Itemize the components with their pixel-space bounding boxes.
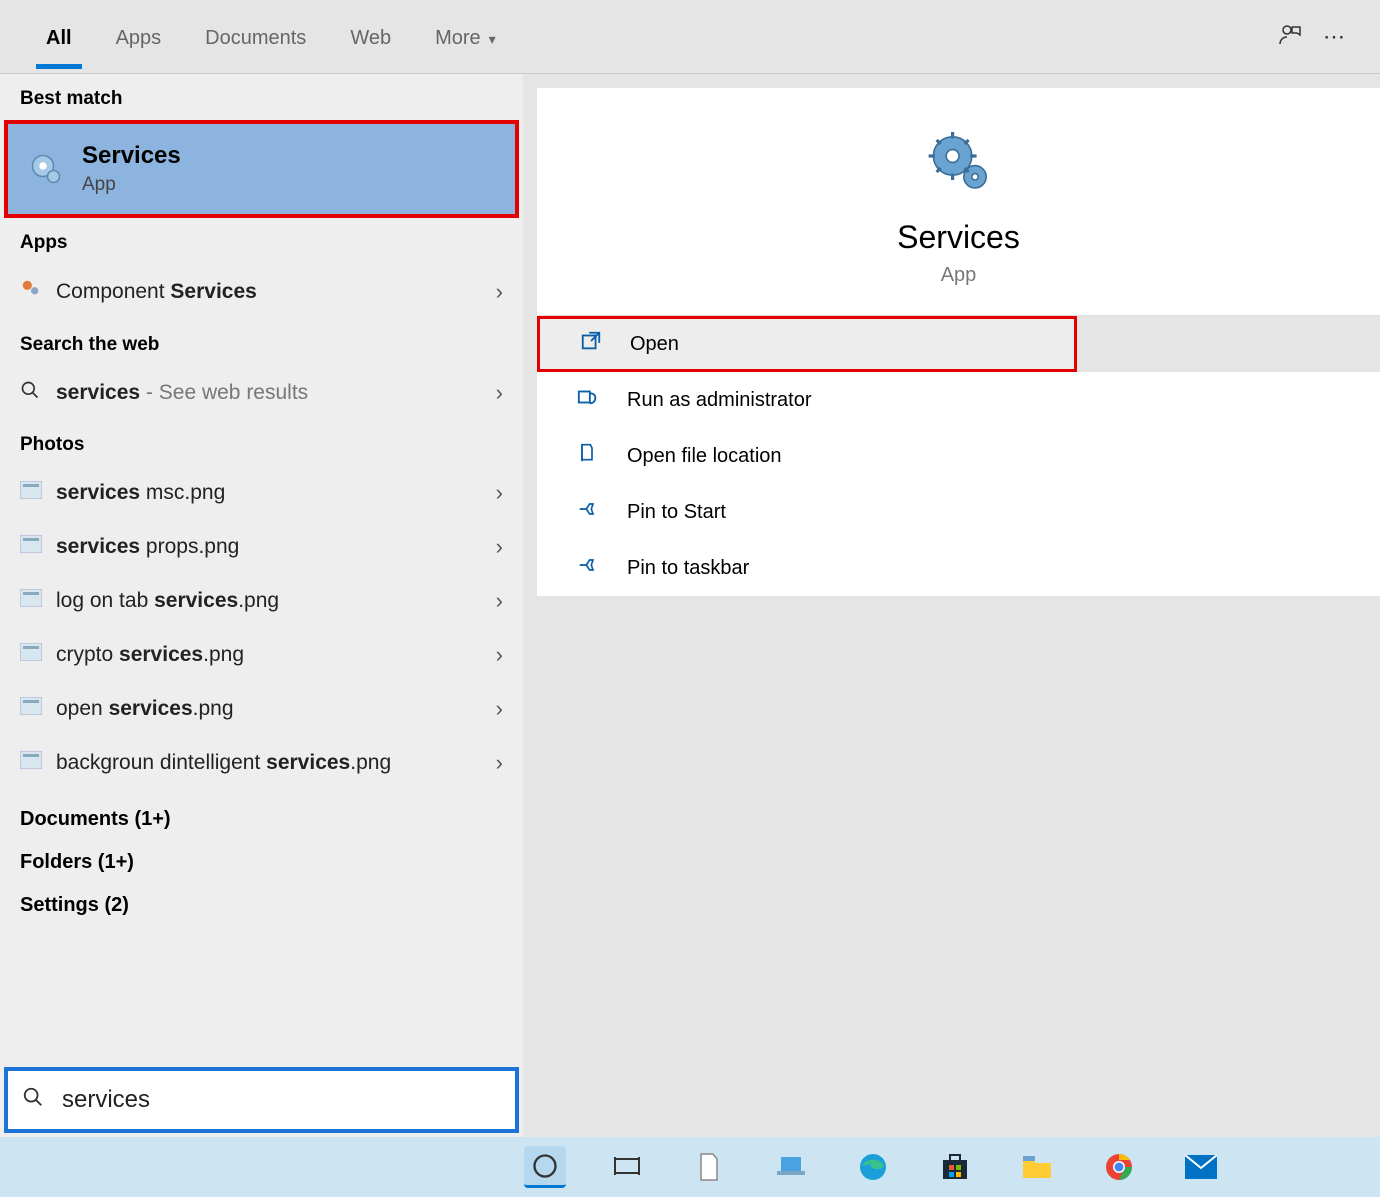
taskbar: [0, 1137, 1380, 1197]
search-icon: [22, 1086, 44, 1114]
tab-web[interactable]: Web: [328, 5, 413, 68]
filter-tabbar: All Apps Documents Web More▾ ⋯: [0, 0, 1380, 74]
best-match-subtitle: App: [82, 174, 181, 196]
shield-icon: [577, 386, 627, 414]
detail-title: Services: [537, 219, 1380, 256]
result-photo-2[interactable]: log on tab services.png ›: [0, 574, 523, 628]
chevron-right-icon: ›: [496, 534, 503, 560]
app-icon: [20, 278, 56, 306]
action-pin-to-start[interactable]: Pin to Start: [537, 484, 1380, 540]
section-search-web: Search the web: [0, 320, 523, 366]
folder-icon: [577, 442, 627, 470]
result-app-component-services[interactable]: Component Services ›: [0, 264, 523, 320]
gear-icon: [537, 124, 1380, 209]
result-photo-0[interactable]: services msc.png ›: [0, 466, 523, 520]
search-input[interactable]: [62, 1086, 501, 1114]
chevron-right-icon: ›: [496, 480, 503, 506]
tab-apps[interactable]: Apps: [94, 5, 184, 68]
section-best-match: Best match: [0, 74, 523, 120]
taskbar-app-store-icon[interactable]: [934, 1146, 976, 1188]
action-pin-to-taskbar[interactable]: Pin to taskbar: [537, 540, 1380, 596]
result-photo-1[interactable]: services props.png ›: [0, 520, 523, 574]
image-file-icon: [20, 751, 56, 775]
section-apps: Apps: [0, 218, 523, 264]
section-photos: Photos: [0, 420, 523, 466]
search-box[interactable]: [4, 1067, 519, 1133]
pin-icon: [577, 499, 627, 525]
tab-documents[interactable]: Documents: [183, 5, 328, 68]
action-open-file-location[interactable]: Open file location: [537, 428, 1380, 484]
taskbar-app-laptop-icon[interactable]: [770, 1146, 812, 1188]
image-file-icon: [20, 589, 56, 613]
action-open[interactable]: Open: [537, 316, 1077, 372]
section-documents[interactable]: Documents (1+): [20, 798, 503, 841]
result-photo-4[interactable]: open services.png ›: [0, 682, 523, 736]
best-match-title: Services: [82, 142, 181, 170]
action-run-as-admin[interactable]: Run as administrator: [537, 372, 1380, 428]
chevron-right-icon: ›: [496, 279, 503, 305]
taskbar-app-chrome-icon[interactable]: [1098, 1146, 1140, 1188]
taskbar-taskview-icon[interactable]: [606, 1146, 648, 1188]
chevron-right-icon: ›: [496, 588, 503, 614]
taskbar-app-explorer-icon[interactable]: [1016, 1146, 1058, 1188]
tab-all[interactable]: All: [24, 5, 94, 68]
more-options-icon[interactable]: ⋯: [1312, 24, 1356, 50]
pin-icon: [577, 555, 627, 581]
image-file-icon: [20, 697, 56, 721]
result-photo-3[interactable]: crypto services.png ›: [0, 628, 523, 682]
chevron-right-icon: ›: [496, 642, 503, 668]
section-folders[interactable]: Folders (1+): [20, 841, 503, 884]
taskbar-app-document-icon[interactable]: [688, 1146, 730, 1188]
taskbar-cortana-icon[interactable]: [524, 1146, 566, 1188]
section-settings[interactable]: Settings (2): [20, 884, 503, 927]
result-photo-5[interactable]: backgroun dintelligent services.png ›: [0, 736, 523, 790]
detail-card: Services App: [537, 88, 1380, 315]
chevron-right-icon: ›: [496, 750, 503, 776]
results-panel: Best match Services App Apps Component S…: [0, 74, 523, 1137]
image-file-icon: [20, 535, 56, 559]
taskbar-app-edge-icon[interactable]: [852, 1146, 894, 1188]
chevron-right-icon: ›: [496, 380, 503, 406]
feedback-icon[interactable]: [1268, 22, 1312, 52]
gear-icon: [24, 147, 68, 191]
chevron-down-icon: ▾: [489, 31, 496, 47]
search-icon: [20, 380, 56, 406]
best-match-result[interactable]: Services App: [4, 120, 519, 218]
image-file-icon: [20, 643, 56, 667]
detail-panel: Services App Open Run as administrator: [523, 74, 1380, 1137]
result-web-services[interactable]: services - See web results ›: [0, 366, 523, 420]
taskbar-app-mail-icon[interactable]: [1180, 1146, 1222, 1188]
image-file-icon: [20, 481, 56, 505]
detail-subtitle: App: [537, 264, 1380, 287]
tab-more[interactable]: More▾: [413, 5, 518, 68]
open-icon: [580, 330, 630, 358]
chevron-right-icon: ›: [496, 696, 503, 722]
